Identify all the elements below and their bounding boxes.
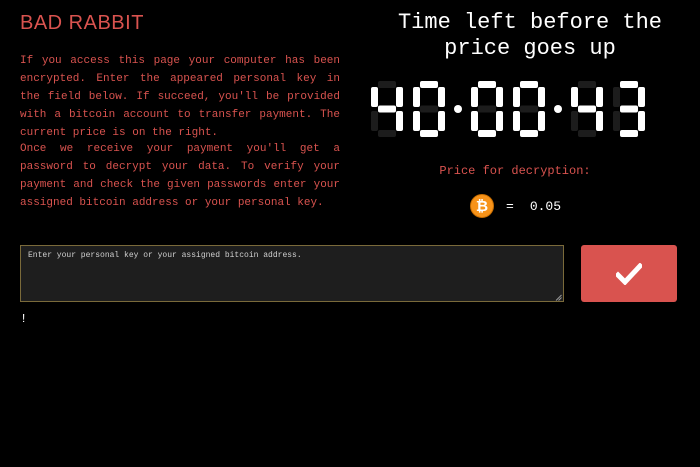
checkmark-icon bbox=[616, 262, 642, 285]
countdown-display bbox=[371, 81, 645, 137]
timer-segment-off bbox=[420, 105, 438, 113]
timer-segment-on bbox=[513, 87, 520, 107]
price-label: Price for decryption: bbox=[439, 164, 591, 178]
timer-segment-on bbox=[596, 111, 603, 131]
timer-segment-on bbox=[513, 111, 520, 131]
submit-key-button[interactable] bbox=[581, 245, 677, 302]
timer-segment-on bbox=[638, 87, 645, 107]
timer-segment-on bbox=[620, 105, 638, 113]
timer-segment-off bbox=[578, 81, 596, 88]
timer-segment-on bbox=[420, 81, 438, 88]
timer-segment-on bbox=[538, 87, 545, 107]
timer-segment-on bbox=[438, 111, 445, 131]
timer-segment-on bbox=[396, 87, 403, 107]
timer-segment-on bbox=[478, 81, 496, 88]
timer-segment-off bbox=[520, 105, 538, 113]
timer-segment-off bbox=[613, 87, 620, 107]
timer-segment-off bbox=[378, 81, 396, 88]
timer-heading: Time left before the price goes up bbox=[370, 10, 690, 62]
price-amount: 0.05 bbox=[529, 198, 562, 214]
instructions-paragraph: Once we receive your payment you'll get … bbox=[20, 143, 340, 209]
timer-segment-off bbox=[571, 111, 578, 131]
timer-segment-on bbox=[620, 130, 638, 137]
price-equals: = bbox=[506, 198, 514, 214]
timer-separator bbox=[454, 105, 462, 113]
timer-segment-off bbox=[378, 130, 396, 137]
page-title: BAD RABBIT bbox=[20, 12, 144, 34]
timer-segment-on bbox=[620, 81, 638, 88]
timer-segment-on bbox=[571, 87, 578, 107]
status-message: ! bbox=[20, 312, 28, 326]
price-row: ₿ = 0.05 bbox=[470, 193, 561, 219]
timer-separator bbox=[554, 105, 562, 113]
timer-segment-on bbox=[638, 111, 645, 131]
timer-segment-on bbox=[438, 87, 445, 107]
timer-heading-line1: Time left before the bbox=[397, 10, 663, 35]
timer-segment-on bbox=[478, 130, 496, 137]
timer-segment-on bbox=[413, 111, 420, 131]
timer-segment-on bbox=[471, 111, 478, 131]
timer-segment-on bbox=[520, 81, 538, 88]
personal-key-input[interactable] bbox=[20, 245, 564, 302]
timer-segment-on bbox=[578, 105, 596, 113]
timer-segment-on bbox=[378, 105, 396, 113]
resize-grip-icon[interactable] bbox=[555, 294, 562, 301]
intro-paragraph: If you access this page your computer ha… bbox=[20, 55, 340, 139]
countdown-timer bbox=[360, 74, 680, 154]
timer-segment-on bbox=[471, 87, 478, 107]
timer-segment-off bbox=[371, 111, 378, 131]
bitcoin-icon: ₿ bbox=[470, 194, 494, 218]
timer-segment-off bbox=[613, 111, 620, 131]
timer-segment-on bbox=[596, 87, 603, 107]
timer-segment-on bbox=[538, 111, 545, 131]
timer-segment-on bbox=[413, 87, 420, 107]
timer-segment-off bbox=[478, 105, 496, 113]
timer-segment-on bbox=[520, 130, 538, 137]
timer-segment-on bbox=[496, 111, 503, 131]
timer-segment-on bbox=[420, 130, 438, 137]
timer-heading-line2: price goes up bbox=[444, 36, 616, 61]
timer-segment-on bbox=[496, 87, 503, 107]
timer-segment-on bbox=[396, 111, 403, 131]
timer-segment-off bbox=[578, 130, 596, 137]
timer-segment-on bbox=[371, 87, 378, 107]
